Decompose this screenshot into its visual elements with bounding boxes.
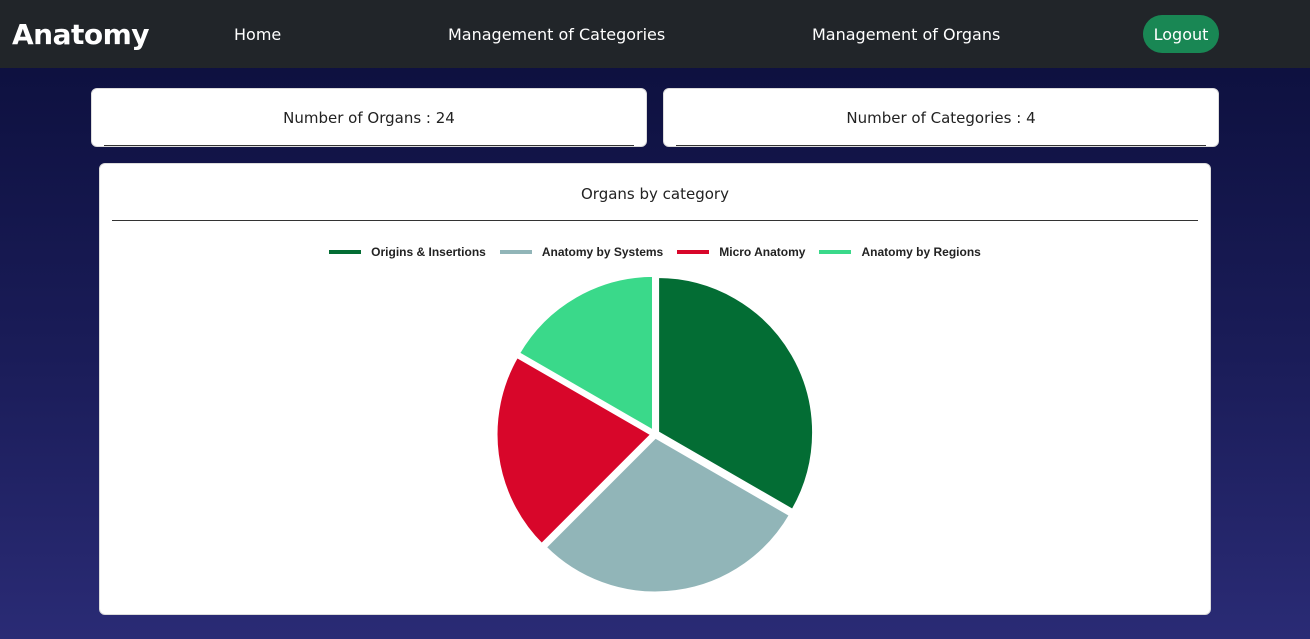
navbar: Anatomy Home Management of Categories Ma… bbox=[0, 0, 1310, 68]
nav-management-of-categories[interactable]: Management of Categories bbox=[448, 25, 665, 44]
nav-home[interactable]: Home bbox=[234, 25, 281, 44]
organs-count-card: Number of Organs : 24 bbox=[91, 88, 647, 147]
brand-logo[interactable]: Anatomy bbox=[12, 18, 150, 51]
divider bbox=[676, 145, 1206, 146]
divider bbox=[104, 145, 634, 146]
categories-count-card: Number of Categories : 4 bbox=[663, 88, 1219, 147]
pie-chart bbox=[494, 273, 816, 595]
logout-button[interactable]: Logout bbox=[1143, 15, 1219, 53]
organs-count-text: Number of Organs : 24 bbox=[283, 109, 455, 127]
categories-count-text: Number of Categories : 4 bbox=[846, 109, 1036, 127]
chart-card: Organs by category Origins & Insertions A… bbox=[99, 163, 1211, 615]
nav-management-of-organs[interactable]: Management of Organs bbox=[812, 25, 1000, 44]
